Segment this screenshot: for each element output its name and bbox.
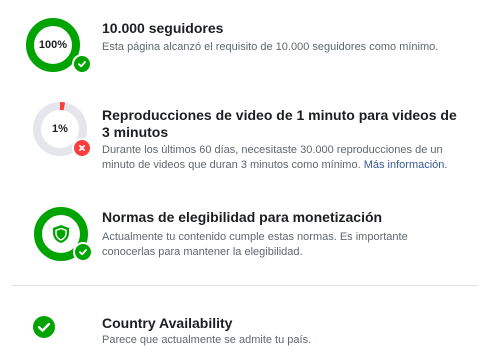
- error-badge-icon: [72, 138, 92, 158]
- criterion-description: Actualmente tu contenido cumple estas no…: [102, 231, 408, 258]
- learn-more-link[interactable]: Más información.: [364, 159, 448, 171]
- criterion-title: Country Availability: [102, 315, 233, 331]
- check-circle-icon: [33, 316, 55, 338]
- check-badge-icon: [73, 242, 93, 262]
- criterion-description: Esta página alcanzó el requisito de 10.0…: [102, 41, 439, 53]
- criterion-title: 10.000 seguidores: [102, 20, 224, 36]
- criterion-title: Normas de elegibilidad para monetización: [102, 209, 383, 225]
- criterion-title: Reproducciones de video de 1 minuto para…: [102, 107, 457, 140]
- criterion-description: Durante los últimos 60 días, necesitaste…: [102, 143, 462, 173]
- shield-icon: [53, 225, 69, 243]
- section-divider: [12, 285, 478, 286]
- progress-ring: [33, 206, 93, 262]
- progress-ring: 1%: [32, 101, 92, 158]
- check-badge-icon: [72, 54, 92, 74]
- criterion-description: Parece que actualmente se admite tu país…: [102, 334, 312, 346]
- progress-ring: 100%: [25, 17, 92, 74]
